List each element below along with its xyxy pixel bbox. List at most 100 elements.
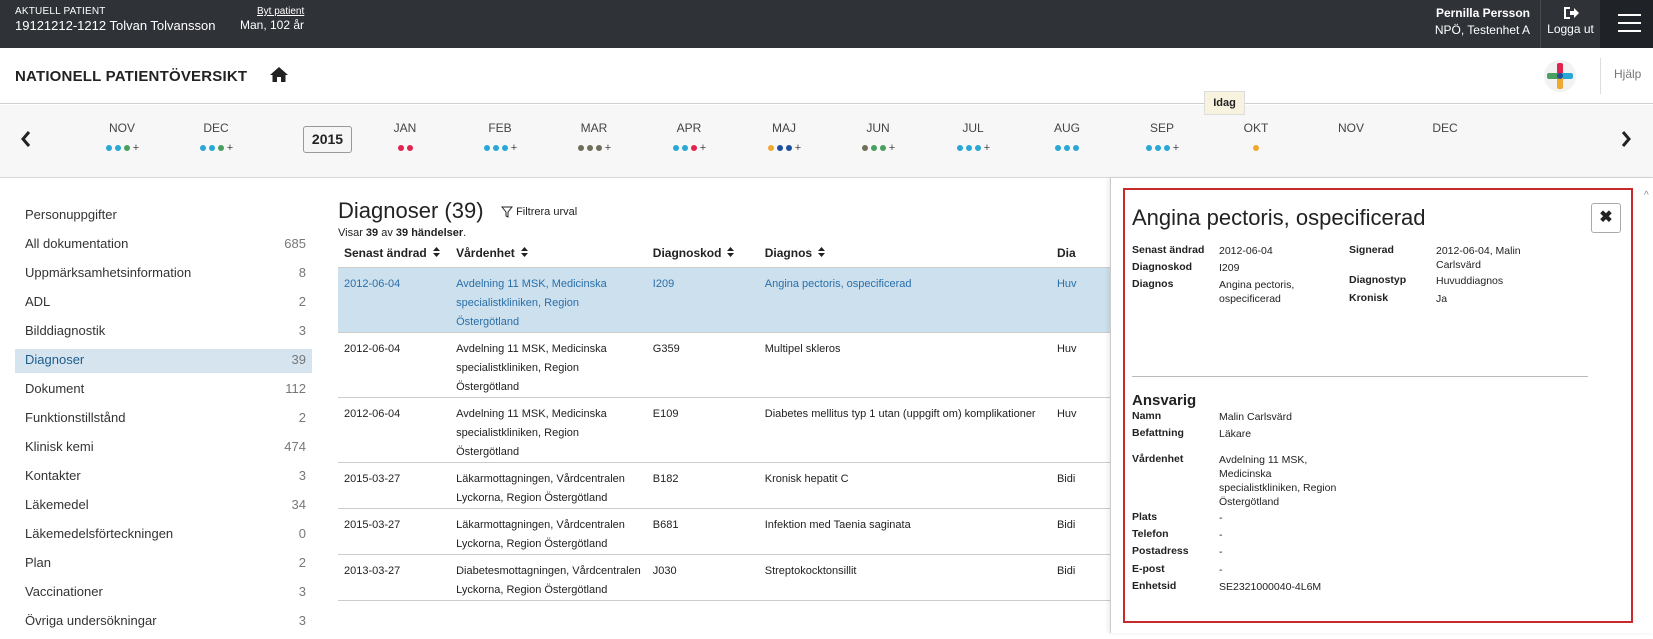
sidebar-item[interactable]: Bilddiagnostik 3 [15,320,312,349]
event-dot [1164,144,1171,151]
timeline-month[interactable]: OKT [1221,121,1291,153]
field-key: Plats [1132,511,1158,523]
event-dot [862,144,869,151]
field-key: Namn [1132,410,1162,422]
filter-button[interactable]: Filtrera urval [500,206,577,218]
table-row[interactable]: 2013-03-27 Diabetesmottagningen, Vårdcent… [338,554,1118,601]
column-header[interactable]: Senast ändrad [338,240,451,268]
cell-unit: Läkarmottagningen, Vårdcentralen Lyckorna… [450,508,647,555]
sidebar-item-label: Bilddiagnostik [25,323,106,338]
field-value: Läkare [1219,427,1251,441]
code-text: J030 [652,564,677,577]
change-patient-link[interactable]: Byt patient [257,6,304,17]
sidebar-item[interactable]: Funktionstillstånd 2 [15,407,312,436]
field-value-line: 2012-06-04, Malin [1436,245,1521,257]
diagnosis-text: Streptokocktonsillit [764,564,857,577]
sidebar-item[interactable]: Läkemedelsförteckningen 0 [15,523,312,552]
month-dots [1316,141,1386,153]
unit-line: Östergötland [456,315,520,328]
logout-button[interactable]: Logga ut [1540,0,1600,48]
timeline-month[interactable]: AUG [1032,121,1102,153]
result-count-mid: av [378,227,396,239]
sidebar-item[interactable]: Diagnoser 39 [15,349,312,373]
table-row[interactable]: 2015-03-27 Läkarmottagningen, Vårdcentral… [338,508,1118,555]
timeline-prev-icon[interactable] [20,130,32,148]
sidebar-item[interactable]: Personuppgifter [15,204,312,233]
timeline-next-icon[interactable] [1620,130,1632,148]
timeline-month[interactable]: DEC + [181,121,251,154]
sort-icon[interactable] [520,247,528,259]
table-row[interactable]: 2015-03-27 Läkarmottagningen, Vårdcentral… [338,462,1118,509]
sidebar-item[interactable]: Uppmärksamhetsinformation 8 [15,262,312,291]
event-dot [502,144,509,151]
unit-line: specialistkliniken, Region [456,426,580,439]
month-dots: + [181,141,251,154]
sidebar-item[interactable]: Läkemedel 34 [15,494,312,523]
sidebar-item-label: Dokument [25,381,85,396]
field-value-line: Avdelning 11 MSK, [1219,454,1308,466]
cell-code: E109 [646,397,759,463]
month-dots: + [559,141,629,154]
event-dot [777,144,784,151]
timeline-month[interactable]: MAJ + [749,121,819,154]
table-header-row: Senast ändrad Vårdenhet Diagnoskod Diagnos D… [338,240,1118,268]
timeline-month[interactable]: NOV [1316,121,1386,153]
close-button[interactable]: ✖ [1591,203,1621,233]
unit-line: specialistkliniken, Region [456,296,580,309]
sort-icon[interactable] [727,247,735,259]
timeline-month[interactable]: FEB + [465,121,535,154]
sort-icon[interactable] [432,247,440,259]
column-header[interactable]: Vårdenhet [450,240,647,268]
event-dot [673,144,680,151]
field-value: - [1219,563,1223,577]
sidebar-item[interactable]: Vaccinationer 3 [15,581,312,610]
type-text: Bidi [1056,564,1076,577]
diagnosis-text: Multipel skleros [764,342,841,355]
field-value-line: Huvuddiagnos [1436,275,1504,287]
cell-diagnosis: Diabetes mellitus typ 1 utan (uppgift om… [758,397,1051,463]
event-dot [106,144,113,151]
month-label: MAR [580,121,608,135]
sidebar-item[interactable]: ADL 2 [15,291,312,320]
hamburger-menu-icon[interactable] [1600,0,1653,48]
help-link[interactable]: Hjälp [1614,67,1641,81]
timeline-month[interactable]: SEP + [1127,121,1197,154]
column-header[interactable]: Dia [1050,240,1118,268]
npo-logo-icon [1544,60,1576,92]
field-value-line: Carlsvärd [1436,259,1481,271]
table-row[interactable]: 2012-06-04 Avdelning 11 MSK, Medicinska sp… [338,267,1118,333]
timeline-month[interactable]: JUN + [843,121,913,154]
sidebar-item[interactable]: All dokumentation 685 [15,233,312,262]
column-header[interactable]: Diagnos [758,240,1051,268]
unit-line: Lyckorna, Region Östergötland [456,491,608,504]
cell-type: Bidi [1050,554,1118,601]
cell-date: 2013-03-27 [338,554,451,601]
sidebar-item[interactable]: Klinisk kemi 474 [15,436,312,465]
timeline-month[interactable]: DEC [1410,121,1480,153]
sidebar-item[interactable]: Plan 2 [15,552,312,581]
table-row[interactable]: 2012-06-04 Avdelning 11 MSK, Medicinska sp… [338,332,1118,398]
field-value-line: SE2321000040-4L6M [1219,581,1322,593]
home-icon[interactable] [270,67,288,82]
timeline-month[interactable]: APR + [654,121,724,154]
sidebar-item[interactable]: Kontakter 3 [15,465,312,494]
column-header[interactable]: Diagnoskod [646,240,759,268]
field-value: I209 [1219,261,1239,275]
field-value: - [1219,545,1223,559]
month-dots: + [87,141,157,154]
table-row[interactable]: 2012-06-04 Avdelning 11 MSK, Medicinska sp… [338,397,1118,463]
scroll-up-icon[interactable]: ^ [1644,190,1649,201]
code-text: G359 [652,342,680,355]
result-count-suffix: . [463,227,467,239]
sidebar-item[interactable]: Dokument 112 [15,378,312,407]
field-value-line: Läkare [1219,428,1252,440]
unit-line: Läkarmottagningen, Vårdcentralen [456,518,625,531]
timeline-month[interactable]: JUL + [938,121,1008,154]
timeline-month[interactable]: NOV + [87,121,157,154]
sidebar-item[interactable]: Övriga undersökningar 3 [15,610,312,639]
timeline-month[interactable]: JAN [370,121,440,153]
timeline-year[interactable]: 2015 [303,126,352,153]
sort-icon[interactable] [818,247,826,259]
field-value-line: - [1219,564,1223,576]
timeline-month[interactable]: MAR + [559,121,629,154]
